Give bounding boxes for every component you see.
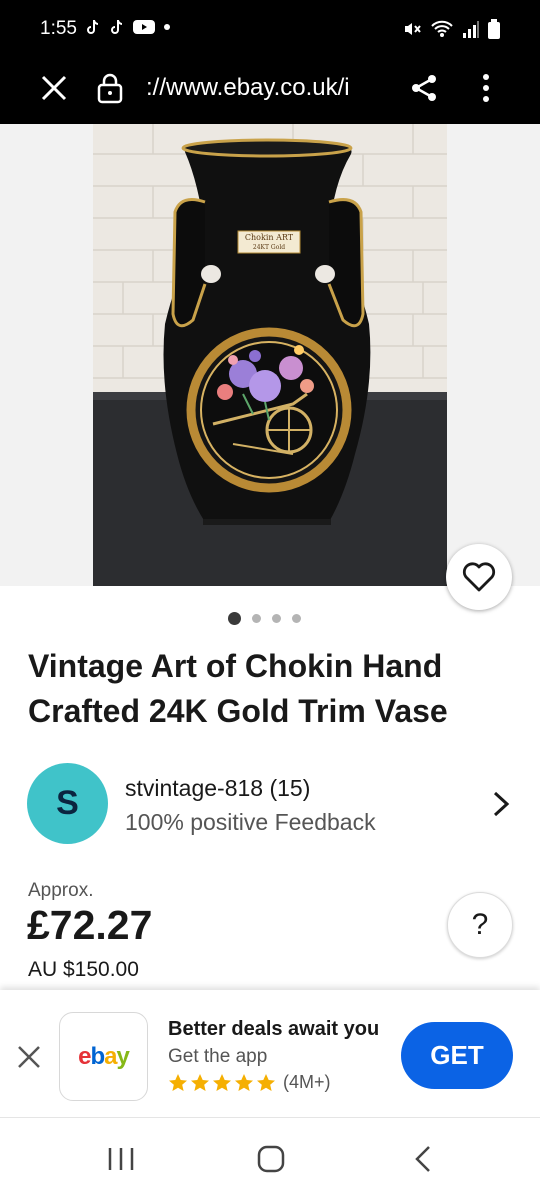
chevron-right-icon[interactable]	[490, 790, 512, 818]
android-nav-bar	[0, 1118, 540, 1200]
original-price: AU $150.00	[28, 958, 139, 981]
tiktok-icon	[87, 19, 99, 34]
pagination-dot-2[interactable]	[252, 614, 261, 623]
app-install-banner: ebay Better deals await you Get the app …	[0, 990, 540, 1118]
browser-url-bar: ://www.ebay.co.uk/i	[0, 60, 540, 124]
status-bar: 1:55	[0, 0, 540, 60]
get-app-label: GET	[430, 1040, 484, 1070]
back-icon[interactable]	[410, 1144, 436, 1174]
help-button[interactable]: ?	[447, 892, 513, 958]
home-icon[interactable]	[256, 1144, 286, 1174]
mute-icon	[405, 23, 421, 35]
product-photo[interactable]: Chokin ART 24KT Gold	[93, 124, 447, 586]
pagination-dot-4[interactable]	[292, 614, 301, 623]
get-app-button[interactable]: GET	[401, 1022, 513, 1089]
youtube-icon	[133, 20, 155, 34]
dot-icon	[164, 24, 170, 30]
notification-icons	[84, 18, 172, 36]
wifi-icon	[431, 20, 453, 37]
listing-title: Vintage Art of Chokin Hand Crafted 24K G…	[28, 648, 448, 729]
image-pagination	[228, 612, 301, 625]
ebay-logo: ebay	[78, 1042, 130, 1070]
star-icon	[235, 1073, 253, 1091]
close-tab-icon[interactable]	[38, 72, 70, 104]
lock-icon[interactable]	[96, 72, 124, 104]
image-gallery[interactable]: Chokin ART 24KT Gold	[0, 124, 540, 586]
battery-icon	[488, 19, 500, 39]
rating-count: (4M+)	[283, 1072, 331, 1092]
system-icons	[402, 19, 500, 39]
pagination-dot-3[interactable]	[272, 614, 281, 623]
star-icon	[213, 1073, 231, 1091]
pagination-dot-1[interactable]	[228, 612, 241, 625]
approx-label: Approx.	[28, 880, 94, 901]
ebay-app-icon: ebay	[59, 1012, 148, 1101]
seller-avatar: S	[27, 763, 108, 844]
seller-name: stvintage-818 (15)	[125, 775, 311, 801]
seller-initial: S	[56, 784, 79, 822]
star-icon	[169, 1073, 187, 1091]
close-banner-icon[interactable]	[14, 1042, 44, 1072]
banner-title: Better deals await you	[168, 1018, 380, 1040]
app-rating: (4M+)	[168, 1072, 331, 1093]
status-time: 1:55	[40, 18, 77, 39]
signal-icon	[463, 21, 479, 38]
url-text[interactable]: ://www.ebay.co.uk/i	[146, 74, 350, 102]
vase-label-line2: 24KT Gold	[253, 244, 285, 251]
seller-feedback: 100% positive Feedback	[125, 809, 376, 835]
price-amount: £72.27	[27, 902, 153, 948]
watchlist-button[interactable]	[446, 544, 512, 610]
heart-icon	[462, 562, 496, 592]
share-icon[interactable]	[408, 72, 440, 104]
star-icon	[191, 1073, 209, 1091]
seller-info-row[interactable]: S stvintage-818 (15) 100% positive Feedb…	[0, 760, 540, 846]
help-icon: ?	[471, 908, 489, 941]
recent-apps-icon[interactable]	[106, 1146, 136, 1172]
banner-subtitle: Get the app	[168, 1046, 268, 1067]
vase-illustration: Chokin ART 24KT Gold	[93, 124, 447, 586]
more-options-icon[interactable]	[474, 70, 498, 106]
vase-label-line1: Chokin ART	[245, 233, 294, 242]
star-icon	[257, 1073, 275, 1091]
tiktok-icon	[111, 19, 123, 34]
